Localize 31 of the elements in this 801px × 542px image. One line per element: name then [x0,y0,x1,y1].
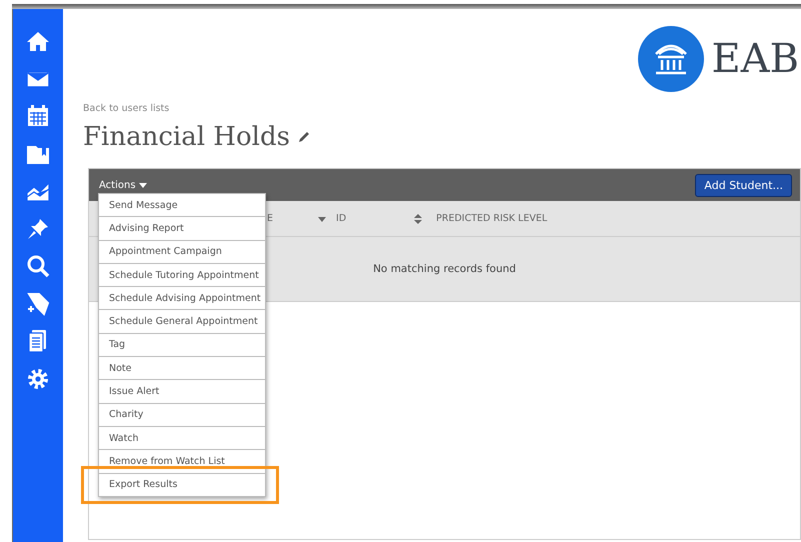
gear-icon[interactable] [26,366,50,390]
menu-item[interactable]: Send Message [109,200,178,211]
caret-icon [138,182,147,188]
building-logo-icon [638,26,704,92]
actions-dropdown[interactable]: Actions [99,180,147,190]
back-link[interactable]: Back to users lists [83,103,801,114]
page-title: Financial Holds [83,122,290,152]
menu-item[interactable]: Schedule Tutoring Appointment [109,270,259,281]
menu-item[interactable]: Note [109,362,132,374]
empty-message: No matching records found [373,263,516,275]
menu-item[interactable]: Appointment Campaign [109,246,222,258]
menu-item[interactable]: Schedule Advising Appointment [109,292,261,304]
menu-item[interactable]: Issue Alert [109,386,160,398]
menu-item[interactable]: Remove from Watch List [109,456,225,467]
menu-item[interactable]: Export Results [109,479,178,490]
search-icon[interactable] [26,254,50,278]
menu-item[interactable]: Schedule General Appointment [109,316,258,328]
pencil-icon[interactable] [298,131,310,143]
menu-item[interactable]: Advising Report [109,222,184,234]
column-header[interactable]: E [267,213,274,224]
calendar-icon[interactable] [26,104,50,128]
pin-icon[interactable] [26,216,50,240]
add-student-button[interactable]: Add Student... [695,174,792,196]
menu-item[interactable]: Tag [109,339,126,350]
logo-text: EAB [712,36,799,82]
home-icon[interactable] [26,29,50,53]
sort-icon[interactable] [414,214,422,224]
column-header[interactable]: PREDICTED RISK LEVEL [436,213,548,224]
menu-item[interactable]: Charity [109,409,144,420]
menu-item[interactable]: Watch [109,432,139,444]
column-header[interactable]: ID [336,213,346,224]
